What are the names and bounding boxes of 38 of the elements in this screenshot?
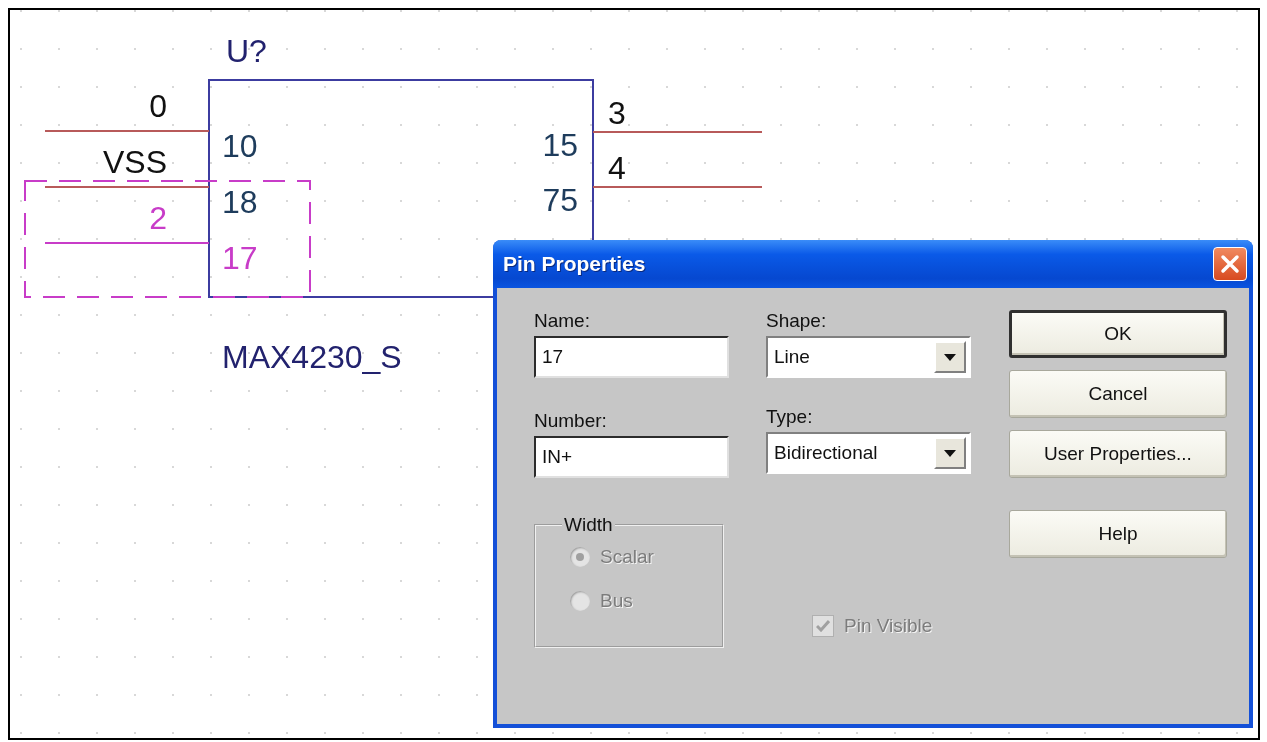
pin-number: 10	[222, 128, 258, 164]
text-field[interactable]: IN+	[534, 436, 729, 478]
dropdown-button[interactable]	[934, 341, 966, 373]
reference-label: U?	[226, 33, 267, 69]
pin-number: 17	[222, 240, 258, 276]
dropdown-button[interactable]	[934, 437, 966, 469]
field-label: Name:	[534, 310, 590, 332]
net-label: 2	[149, 200, 167, 236]
close-button[interactable]	[1213, 247, 1247, 281]
check-icon	[816, 620, 830, 632]
dialog-button[interactable]: Cancel	[1009, 370, 1227, 418]
dropdown-value: Bidirectional	[774, 442, 878, 464]
dialog-button[interactable]: Help	[1009, 510, 1227, 558]
pin-number: 15	[542, 127, 578, 163]
dropdown-value: Line	[774, 346, 810, 368]
field-label: Type:	[766, 406, 813, 428]
pin-number: 18	[222, 184, 258, 220]
text-field[interactable]: 17	[534, 336, 729, 378]
net-label: 3	[608, 95, 626, 131]
net-label: VSS	[102, 144, 167, 180]
radio-label: Scalar	[600, 546, 654, 568]
dropdown[interactable]: Line	[766, 336, 971, 378]
caret-icon	[944, 449, 956, 457]
dialog-title: Pin Properties	[503, 252, 646, 276]
net-label: 4	[608, 150, 626, 186]
radio-label: Bus	[600, 590, 633, 612]
checkbox-label: Pin Visible	[844, 615, 933, 637]
dropdown[interactable]: Bidirectional	[766, 432, 971, 474]
pin-number: 75	[542, 182, 578, 218]
caret-icon	[944, 353, 956, 361]
close-icon	[1220, 254, 1240, 274]
part-name: MAX4230_S	[222, 339, 402, 375]
net-label: 0	[149, 88, 167, 124]
group-label: Width	[563, 514, 614, 536]
dialog-button[interactable]: OK	[1009, 310, 1227, 358]
field-label: Number:	[534, 410, 607, 432]
dialog-button[interactable]: User Properties...	[1009, 430, 1227, 478]
field-label: Shape:	[766, 310, 827, 332]
